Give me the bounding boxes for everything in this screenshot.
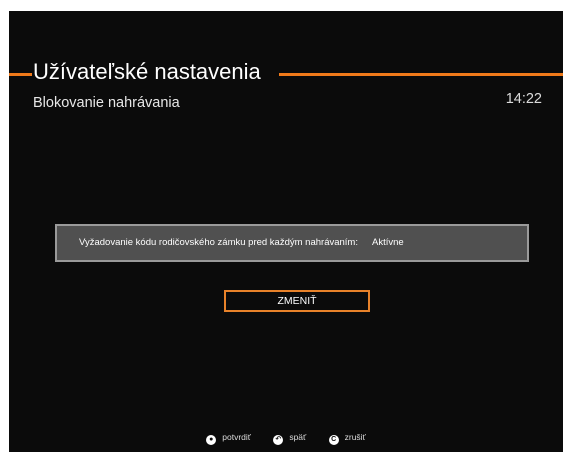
tv-screen: Užívateľské nastavenia Blokovanie nahráv… [9, 11, 563, 452]
back-hint[interactable]: ↶ späť [273, 431, 306, 445]
ok-icon: ● [206, 435, 217, 445]
page-subtitle: Blokovanie nahrávania [33, 95, 180, 111]
setting-row-recording-lock[interactable]: Vyžadovanie kódu rodičovského zámku pred… [55, 224, 529, 262]
footer-hints: ● potvrdiť ↶ späť Czrušiť [9, 431, 563, 445]
confirm-hint[interactable]: ● potvrdiť [206, 431, 251, 445]
setting-value: Aktívne [372, 237, 404, 248]
clock: 14:22 [505, 91, 542, 107]
confirm-hint-label: potvrdiť [222, 432, 251, 442]
back-icon: ↶ [273, 435, 284, 445]
setting-label: Vyžadovanie kódu rodičovského zámku pred… [79, 237, 358, 248]
cancel-icon: C [328, 435, 339, 445]
cancel-hint-label: zrušiť [344, 432, 366, 442]
cancel-hint[interactable]: Czrušiť [328, 431, 366, 445]
page-title: Užívateľské nastavenia [33, 59, 261, 84]
header-accent-line-right [279, 73, 563, 76]
header-accent-line-left [9, 73, 32, 76]
change-button[interactable]: ZMENIŤ [224, 290, 370, 312]
back-hint-label: späť [289, 432, 307, 442]
